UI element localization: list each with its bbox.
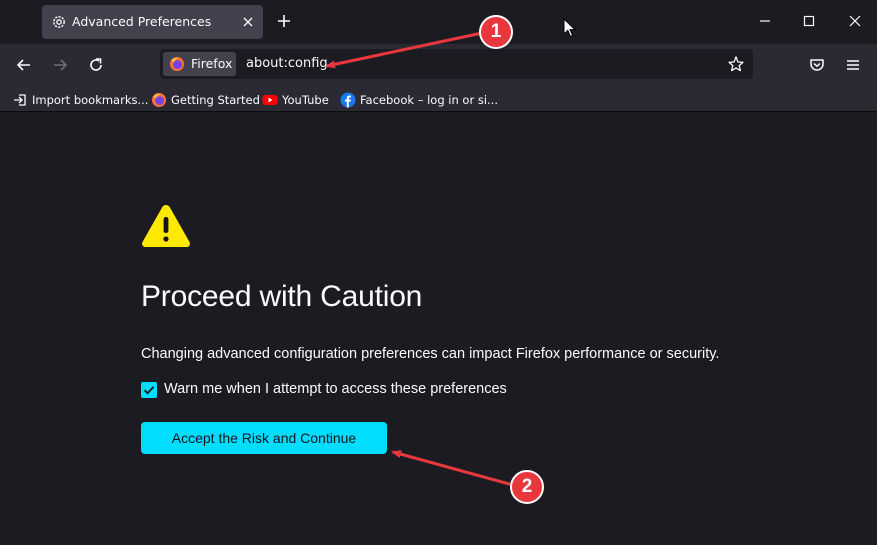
url-text[interactable]: about:config — [246, 56, 328, 71]
page-content: Proceed with Caution Changing advanced c… — [0, 113, 877, 545]
firefox-icon — [152, 93, 166, 107]
bookmark-getting-started[interactable]: Getting Started — [151, 91, 260, 109]
bookmark-label: YouTube — [282, 93, 329, 107]
tab-title: Advanced Preferences — [72, 14, 212, 29]
bookmark-label: Import bookmarks... — [32, 93, 149, 107]
warning-icon — [142, 205, 190, 247]
back-icon[interactable] — [14, 55, 34, 75]
tab-advanced-preferences[interactable]: Advanced Preferences — [42, 5, 263, 39]
gear-icon — [53, 16, 65, 28]
menu-icon[interactable] — [843, 55, 863, 75]
warn-checkbox-label[interactable]: Warn me when I attempt to access these p… — [164, 381, 507, 397]
annotation-badge-1: 1 — [479, 15, 513, 49]
title-bar: Advanced Preferences — [0, 0, 877, 44]
accept-risk-button[interactable]: Accept the Risk and Continue — [141, 422, 387, 454]
warning-description: Changing advanced configuration preferen… — [141, 346, 720, 362]
warn-checkbox[interactable] — [141, 382, 157, 398]
maximize-icon[interactable] — [800, 12, 818, 30]
facebook-icon — [340, 92, 356, 108]
identity-label: Firefox — [191, 56, 233, 71]
close-icon[interactable] — [240, 14, 256, 30]
import-icon — [14, 94, 26, 106]
reload-icon[interactable] — [86, 55, 106, 75]
new-tab-icon[interactable] — [274, 11, 294, 31]
checkmark-icon — [143, 386, 155, 395]
pocket-icon[interactable] — [807, 55, 827, 75]
page-title: Proceed with Caution — [141, 280, 423, 313]
youtube-icon — [262, 95, 278, 105]
window-close-icon[interactable] — [846, 12, 864, 30]
firefox-icon — [170, 57, 184, 71]
forward-icon[interactable] — [50, 55, 70, 75]
mouse-cursor-icon — [563, 18, 577, 38]
url-bar[interactable]: Firefox about:config — [160, 49, 753, 79]
bookmark-facebook[interactable]: Facebook – log in or si... — [340, 91, 498, 109]
bookmark-label: Getting Started — [171, 93, 260, 107]
bookmark-label: Facebook – log in or si... — [360, 93, 498, 107]
nav-toolbar: Firefox about:config — [0, 44, 877, 86]
identity-box[interactable]: Firefox — [163, 52, 236, 76]
bookmarks-toolbar: Import bookmarks... Getting Started YouT… — [0, 86, 877, 112]
minimize-icon[interactable] — [756, 12, 774, 30]
bookmark-youtube[interactable]: YouTube — [262, 91, 329, 109]
bookmark-import[interactable]: Import bookmarks... — [12, 91, 148, 109]
annotation-badge-2: 2 — [510, 470, 544, 504]
bookmark-star-icon[interactable] — [727, 55, 745, 73]
